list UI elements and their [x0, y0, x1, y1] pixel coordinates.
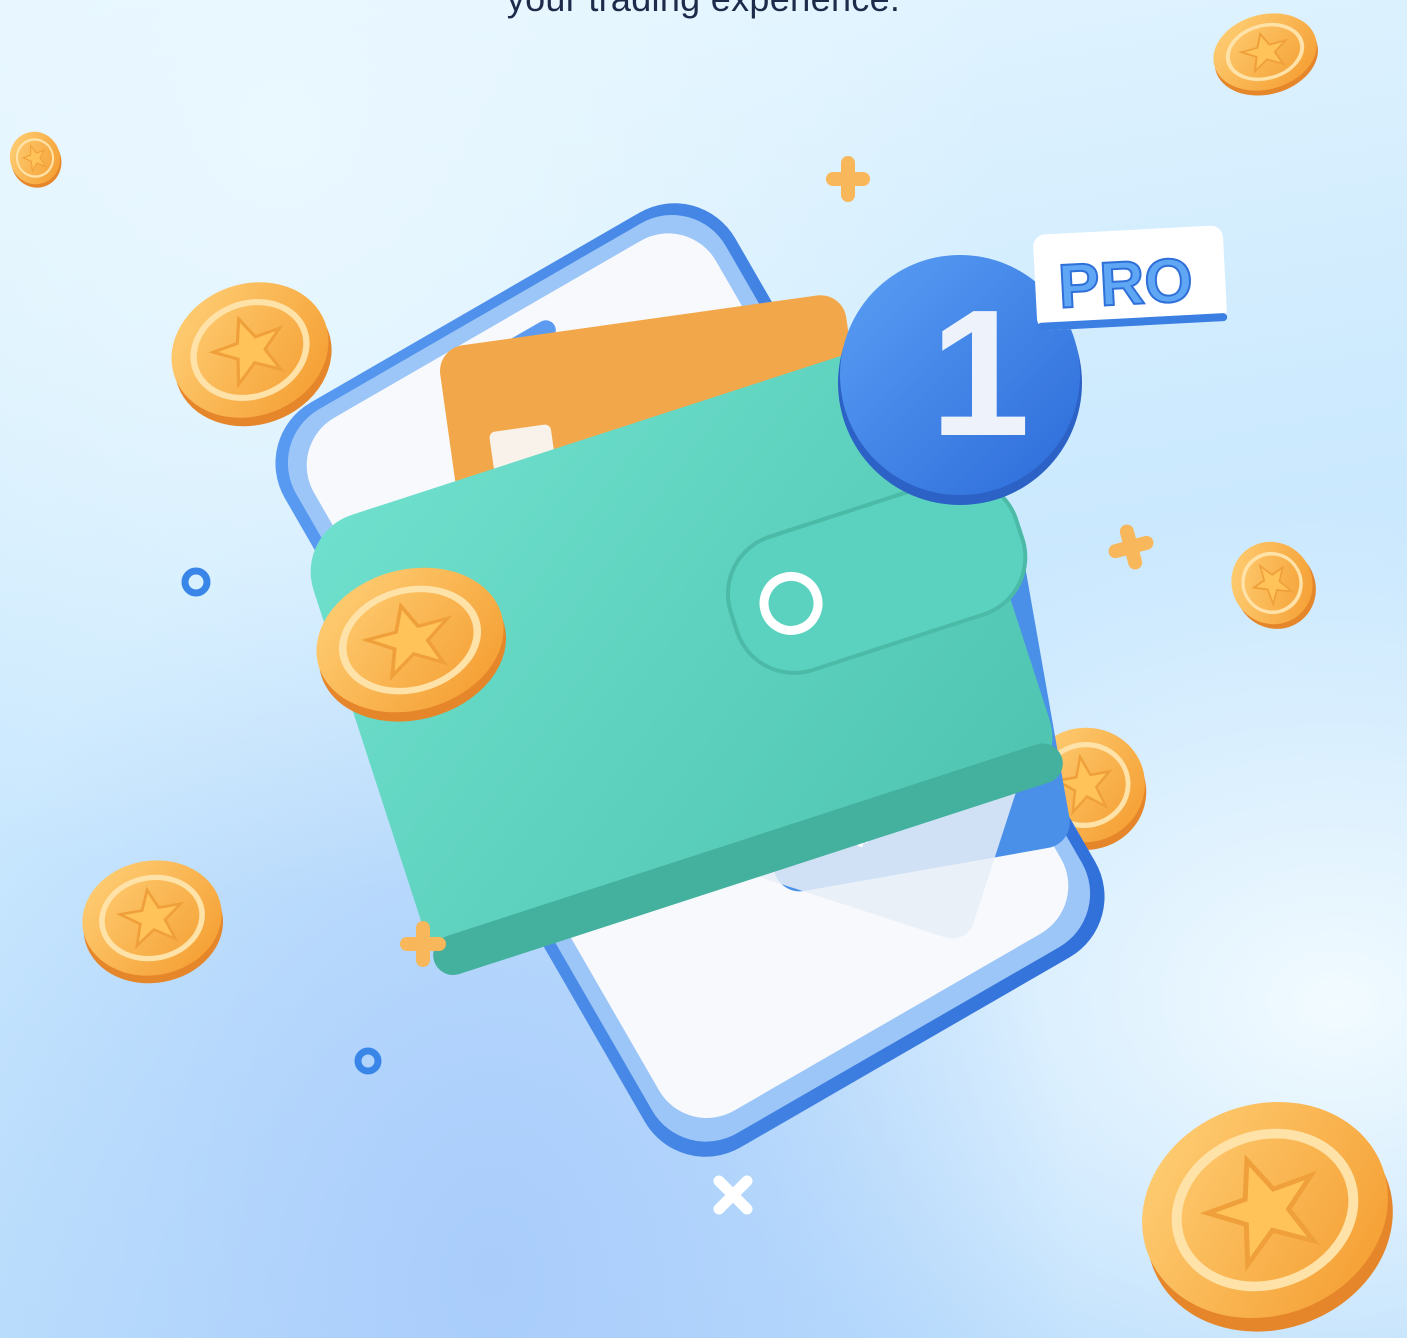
coin-icon	[1213, 524, 1334, 647]
pro-badge: PRO	[1033, 225, 1228, 331]
ring-icon	[354, 1047, 382, 1075]
ring-icon	[181, 567, 211, 597]
close-icon	[713, 1175, 753, 1215]
coin-icon	[1111, 1068, 1407, 1338]
wallet-illustration: 1234 1234 1 PRO	[1, 0, 1407, 1338]
plus-icon	[826, 156, 870, 202]
pro-label: PRO	[1057, 246, 1195, 322]
notification-count: 1	[930, 273, 1030, 474]
coin-icon	[1205, 2, 1327, 106]
coin-icon	[73, 850, 232, 995]
coin-icon	[1, 123, 70, 196]
plus-icon	[1108, 524, 1154, 570]
